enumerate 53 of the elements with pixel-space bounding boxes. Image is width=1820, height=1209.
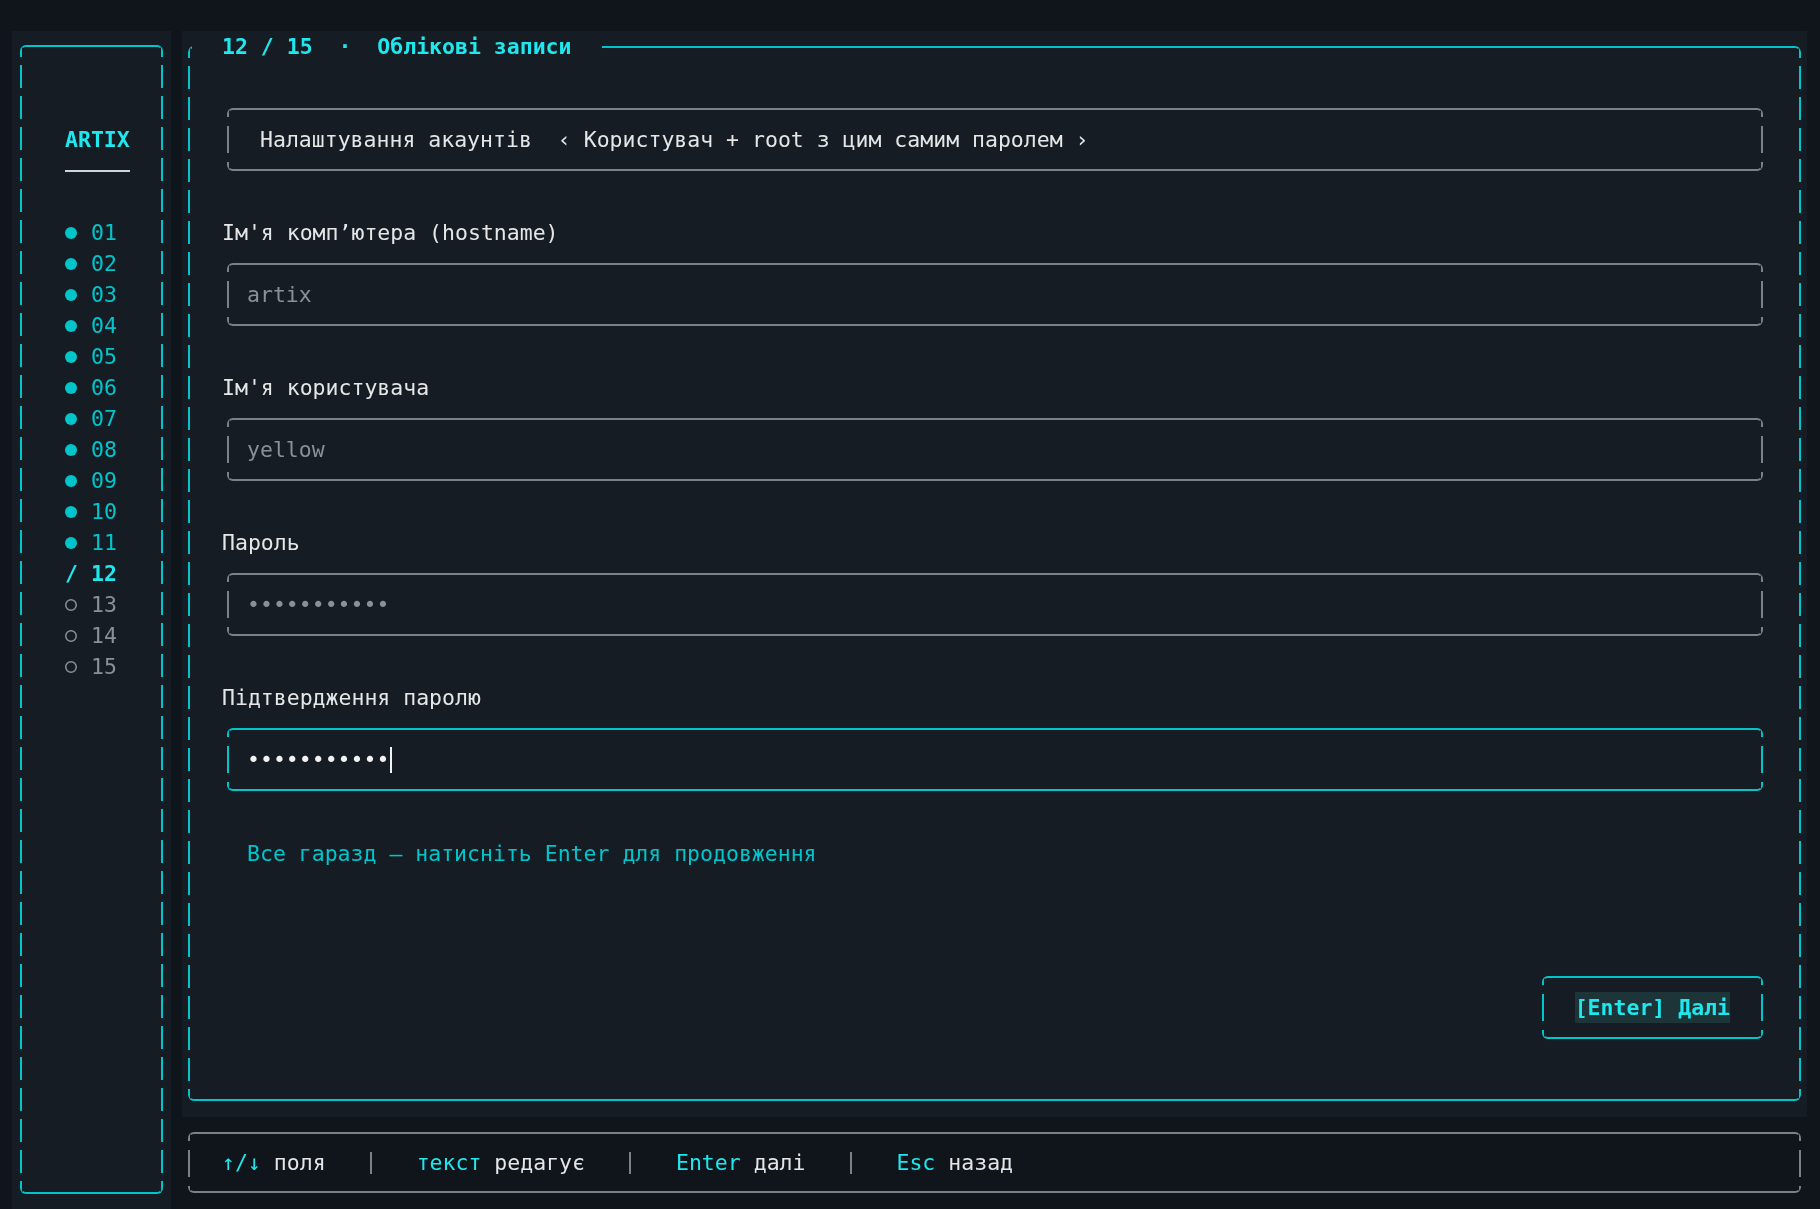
input-field[interactable]: ••••••••••• — [227, 728, 1763, 791]
input-field[interactable]: artix — [227, 263, 1763, 326]
field-label: Ім'я комп’ютера (hostname) — [222, 219, 559, 247]
filled-dot-icon — [65, 257, 77, 270]
step-number: 07 — [91, 405, 117, 433]
status-message: Все гаразд — натисніть Enter для продовження — [247, 840, 817, 868]
hint-label: поля — [273, 1149, 326, 1177]
step-number: 14 — [91, 622, 117, 650]
text-cursor-icon — [390, 746, 393, 773]
field-label: Ім'я користувача — [222, 374, 430, 402]
step-number: 05 — [91, 343, 117, 371]
filled-dot-icon — [65, 381, 77, 394]
field-label: Пароль — [222, 529, 300, 557]
step-number: 12 — [91, 560, 117, 588]
step-marker: / — [65, 560, 78, 588]
filled-dot-icon — [65, 226, 77, 239]
step-number: 09 — [91, 467, 117, 495]
filled-dot-icon — [65, 536, 77, 549]
mode-selector[interactable]: ‹ Користувач + root з цим самим паролем › — [557, 124, 1089, 155]
hollow-circle-icon — [65, 629, 77, 642]
hint-key: текст — [416, 1147, 482, 1178]
step-number: 04 — [91, 312, 117, 340]
next-button[interactable]: [Enter] Далі — [1541, 976, 1763, 1039]
filled-dot-icon — [65, 319, 77, 332]
hint-key: Enter — [675, 1147, 741, 1178]
brand-title: ARTIX — [65, 126, 130, 154]
filled-dot-icon — [65, 288, 77, 301]
field-label: Підтвердження паролю — [222, 684, 481, 712]
step-number: 15 — [91, 653, 117, 681]
step-number: 13 — [91, 591, 117, 619]
section-title: Налаштування акаунтів — [260, 126, 532, 154]
hollow-circle-icon — [65, 660, 77, 673]
panel-title: 12 / 15 · Облікові записи — [221, 33, 573, 61]
step-number: 03 — [91, 281, 117, 309]
step-number: 10 — [91, 498, 117, 526]
filled-dot-icon — [65, 505, 77, 518]
input-field[interactable]: yellow — [227, 418, 1763, 481]
hint-key: ↑/↓ — [222, 1147, 261, 1178]
hint-label: далі — [753, 1149, 806, 1177]
hint-label: назад — [948, 1149, 1014, 1177]
hint-label: редагує — [494, 1149, 585, 1177]
step-number: 06 — [91, 374, 117, 402]
step-number: 01 — [91, 219, 117, 247]
filled-dot-icon — [65, 412, 77, 425]
hint-key: Esc — [896, 1147, 936, 1178]
step-number: 08 — [91, 436, 117, 464]
input-field[interactable]: ••••••••••• — [227, 573, 1763, 636]
filled-dot-icon — [65, 474, 77, 487]
step-number: 02 — [91, 250, 117, 278]
step-number: 11 — [91, 529, 117, 557]
filled-dot-icon — [65, 350, 77, 363]
hollow-circle-icon — [65, 598, 77, 611]
filled-dot-icon — [65, 443, 77, 456]
